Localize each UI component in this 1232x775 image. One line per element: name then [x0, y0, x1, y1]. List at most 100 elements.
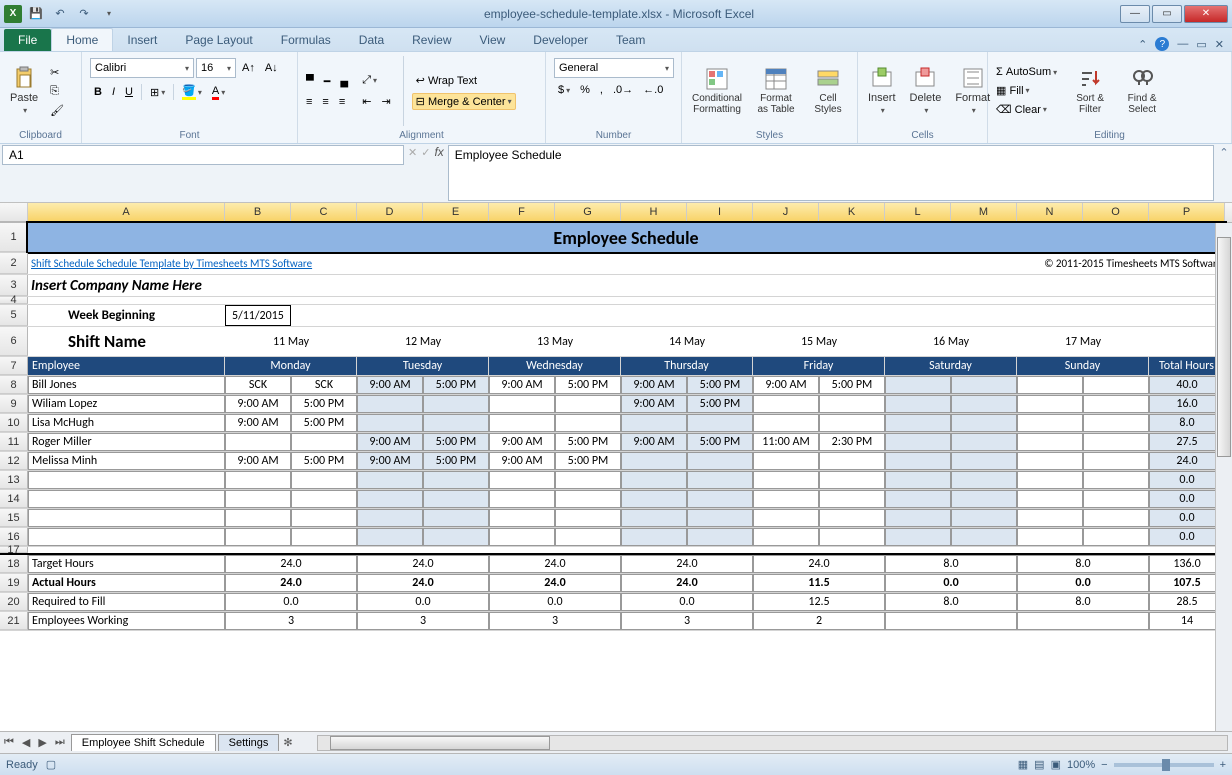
cell[interactable]: 12.5: [753, 593, 885, 611]
cell[interactable]: 9:00 AM: [225, 395, 291, 413]
align-center-button[interactable]: ≡: [318, 94, 332, 110]
title-cell[interactable]: Employee Schedule: [28, 223, 1225, 252]
tab-insert[interactable]: Insert: [113, 29, 171, 51]
cell[interactable]: [621, 490, 687, 508]
header-day[interactable]: Sunday: [1017, 357, 1149, 375]
company-name-cell[interactable]: Insert Company Name Here: [28, 275, 1225, 296]
cell[interactable]: [621, 528, 687, 546]
number-format-combo[interactable]: General: [554, 58, 674, 78]
merge-center-button[interactable]: ⊟ Merge & Center: [412, 93, 516, 110]
insert-cells-button[interactable]: Insert: [862, 64, 902, 118]
cell[interactable]: [1017, 414, 1083, 432]
cell[interactable]: 9:00 AM: [621, 433, 687, 451]
header-day[interactable]: Wednesday: [489, 357, 621, 375]
cell[interactable]: [225, 490, 291, 508]
cell[interactable]: [687, 509, 753, 527]
cell[interactable]: 11:00 AM: [753, 433, 819, 451]
cell[interactable]: [687, 471, 753, 489]
total-hours-cell[interactable]: 40.0: [1149, 376, 1225, 394]
orientation-button[interactable]: ⤢: [358, 72, 394, 89]
cell[interactable]: 9:00 AM: [489, 433, 555, 451]
cell[interactable]: [1017, 490, 1083, 508]
total-hours-cell[interactable]: 27.5: [1149, 433, 1225, 451]
cell[interactable]: [555, 528, 621, 546]
cell[interactable]: [291, 305, 1225, 326]
employee-name-cell[interactable]: Bill Jones: [28, 376, 225, 394]
cell[interactable]: [423, 509, 489, 527]
header-day[interactable]: Monday: [225, 357, 357, 375]
align-middle-button[interactable]: ━: [320, 73, 335, 90]
row-header[interactable]: 19: [0, 574, 28, 592]
cell[interactable]: 5:00 PM: [423, 376, 489, 394]
employee-name-cell[interactable]: Wiliam Lopez: [28, 395, 225, 413]
cell[interactable]: 5:00 PM: [423, 452, 489, 470]
cell[interactable]: [291, 471, 357, 489]
view-normal-icon[interactable]: ▦: [1018, 758, 1028, 771]
cell[interactable]: 0.0: [225, 593, 357, 611]
column-header[interactable]: O: [1083, 203, 1149, 222]
cell[interactable]: [753, 395, 819, 413]
header-employee[interactable]: Employee: [28, 357, 225, 375]
column-header[interactable]: K: [819, 203, 885, 222]
cell[interactable]: 5:00 PM: [423, 433, 489, 451]
cell[interactable]: 5:00 PM: [555, 452, 621, 470]
header-day[interactable]: Tuesday: [357, 357, 489, 375]
increase-indent-button[interactable]: ⇥: [377, 93, 394, 110]
summary-label[interactable]: Employees Working: [28, 612, 225, 630]
currency-button[interactable]: $: [554, 82, 574, 98]
cell[interactable]: 3: [225, 612, 357, 630]
cell[interactable]: 24.0: [489, 574, 621, 592]
cell[interactable]: 9:00 AM: [489, 452, 555, 470]
zoom-level[interactable]: 100%: [1067, 759, 1095, 771]
wrap-text-button[interactable]: ↩ Wrap Text: [412, 72, 516, 89]
formula-input[interactable]: Employee Schedule: [448, 145, 1214, 201]
cell[interactable]: 0.0: [357, 593, 489, 611]
employee-name-cell[interactable]: Melissa Minh: [28, 452, 225, 470]
cell[interactable]: [1083, 471, 1149, 489]
cell[interactable]: 2:30 PM: [819, 433, 885, 451]
cell[interactable]: 5:00 PM: [687, 395, 753, 413]
total-hours-cell[interactable]: 0.0: [1149, 509, 1225, 527]
cell[interactable]: 24.0: [489, 555, 621, 573]
cell[interactable]: 5:00 PM: [687, 376, 753, 394]
cell[interactable]: [951, 471, 1017, 489]
last-sheet-button[interactable]: ⏭: [51, 736, 69, 749]
first-sheet-button[interactable]: ⏮: [0, 736, 18, 749]
cell[interactable]: 9:00 AM: [225, 414, 291, 432]
prev-sheet-button[interactable]: ◀: [18, 736, 34, 749]
window-restore-icon[interactable]: ▭: [1196, 38, 1206, 51]
decrease-font-button[interactable]: A↓: [261, 60, 282, 76]
qat-undo-icon[interactable]: ↶: [50, 4, 70, 24]
cell[interactable]: 24.0: [621, 555, 753, 573]
cell[interactable]: [819, 509, 885, 527]
cell[interactable]: [1083, 490, 1149, 508]
cell[interactable]: [951, 395, 1017, 413]
font-size-combo[interactable]: 16: [196, 58, 236, 78]
cell[interactable]: 0.0: [621, 593, 753, 611]
cell[interactable]: 9:00 AM: [621, 395, 687, 413]
week-beginning-label[interactable]: Week Beginning: [28, 305, 225, 326]
cell[interactable]: [753, 528, 819, 546]
qat-redo-icon[interactable]: ↷: [74, 4, 94, 24]
cell[interactable]: [1083, 509, 1149, 527]
align-bottom-button[interactable]: ▄: [336, 73, 352, 89]
employee-name-cell[interactable]: Lisa McHugh: [28, 414, 225, 432]
row-header[interactable]: 21: [0, 612, 28, 630]
cell[interactable]: [225, 509, 291, 527]
select-all-corner[interactable]: [0, 203, 28, 222]
cell[interactable]: [489, 395, 555, 413]
cell[interactable]: [753, 490, 819, 508]
cell[interactable]: [1017, 433, 1083, 451]
file-tab[interactable]: File: [4, 29, 51, 51]
cell[interactable]: 24.0: [621, 574, 753, 592]
cell[interactable]: [819, 395, 885, 413]
paste-button[interactable]: Paste: [4, 64, 44, 118]
total-hours-cell[interactable]: 0.0: [1149, 528, 1225, 546]
cell-styles-button[interactable]: Cell Styles: [804, 65, 852, 117]
tab-home[interactable]: Home: [51, 28, 113, 51]
cell[interactable]: 5:00 PM: [687, 433, 753, 451]
cell[interactable]: 9:00 AM: [225, 452, 291, 470]
cell[interactable]: [885, 395, 951, 413]
cell[interactable]: [951, 490, 1017, 508]
total-hours-cell[interactable]: 0.0: [1149, 490, 1225, 508]
